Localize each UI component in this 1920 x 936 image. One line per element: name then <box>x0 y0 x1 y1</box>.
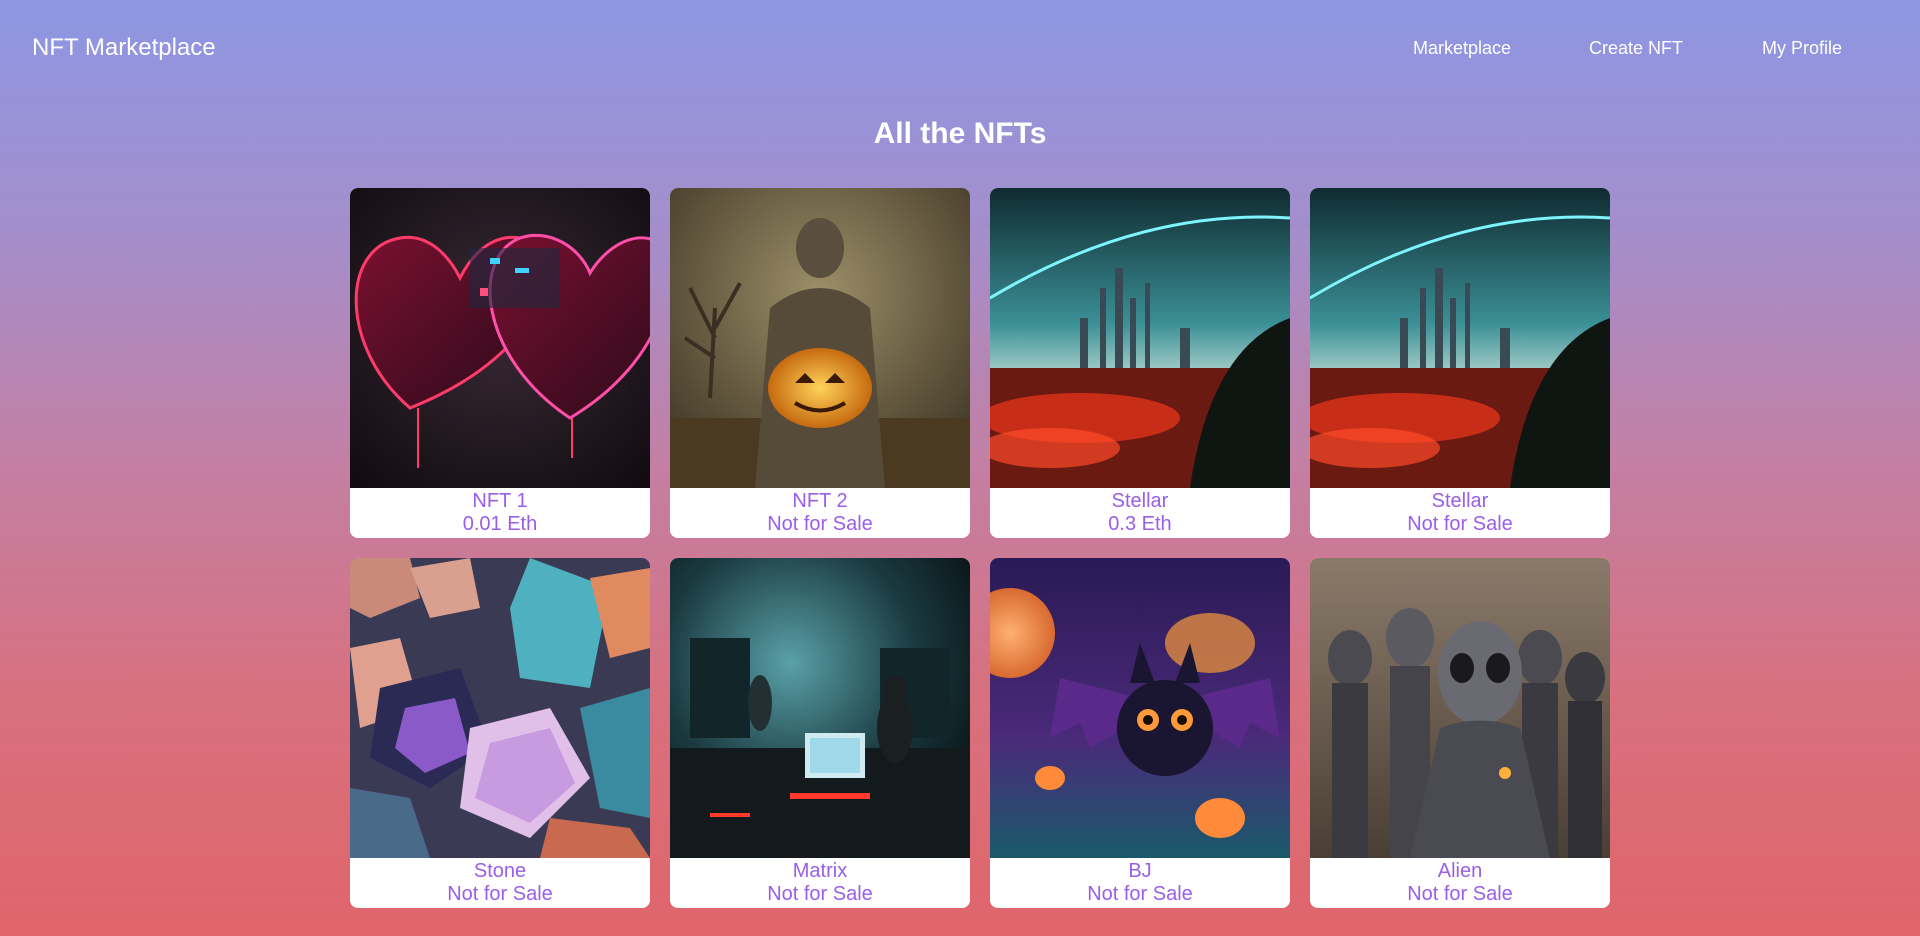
nft-price: Not for Sale <box>1407 513 1513 535</box>
nft-grid: NFT 1 0.01 Eth NFT 2 Not for Sale Stella… <box>350 188 1610 908</box>
nft-name: NFT 1 <box>472 490 528 512</box>
nft-price: 0.3 Eth <box>1108 513 1172 535</box>
nav-link-my-profile[interactable]: My Profile <box>1762 38 1842 59</box>
nft-caption: Stone Not for Sale <box>350 858 650 908</box>
nft-image-dark-computer-room <box>670 558 970 858</box>
nft-caption: NFT 2 Not for Sale <box>670 488 970 538</box>
nft-card[interactable]: Stone Not for Sale <box>350 558 650 908</box>
navbar: NFT Marketplace Marketplace Create NFT M… <box>0 0 1920 96</box>
nft-card[interactable]: NFT 2 Not for Sale <box>670 188 970 538</box>
nft-name: NFT 2 <box>792 490 848 512</box>
nft-image-crystal-stones <box>350 558 650 858</box>
nft-caption: Alien Not for Sale <box>1310 858 1610 908</box>
nft-card[interactable]: Alien Not for Sale <box>1310 558 1610 908</box>
nft-caption: Stellar Not for Sale <box>1310 488 1610 538</box>
nft-card[interactable]: Stellar 0.3 Eth <box>990 188 1290 538</box>
nft-card[interactable]: BJ Not for Sale <box>990 558 1290 908</box>
nft-caption: Matrix Not for Sale <box>670 858 970 908</box>
nft-price: Not for Sale <box>767 513 873 535</box>
nft-name: Stellar <box>1431 490 1489 512</box>
nav-links: Marketplace Create NFT My Profile <box>0 38 1920 68</box>
nft-price: Not for Sale <box>1087 883 1193 905</box>
nft-price: Not for Sale <box>767 883 873 905</box>
nft-name: Stone <box>473 860 527 882</box>
nft-name: Alien <box>1437 860 1483 882</box>
nft-caption: BJ Not for Sale <box>990 858 1290 908</box>
nft-card[interactable]: Matrix Not for Sale <box>670 558 970 908</box>
nav-link-create-nft[interactable]: Create NFT <box>1589 38 1683 59</box>
nft-image-neon-hearts <box>350 188 650 488</box>
nft-image-cute-bat <box>990 558 1290 858</box>
nft-card[interactable]: NFT 1 0.01 Eth <box>350 188 650 538</box>
nft-name: Stellar <box>1111 490 1169 512</box>
nft-name: Matrix <box>792 860 848 882</box>
nft-caption: Stellar 0.3 Eth <box>990 488 1290 538</box>
nft-image-futuristic-city <box>1310 188 1610 488</box>
nft-card[interactable]: Stellar Not for Sale <box>1310 188 1610 538</box>
nft-image-alien-crowd <box>1310 558 1610 858</box>
nft-image-pumpkin-scarecrow <box>670 188 970 488</box>
page-title: All the NFTs <box>873 117 1047 150</box>
nav-link-marketplace[interactable]: Marketplace <box>1413 38 1511 59</box>
nft-name: BJ <box>1128 860 1152 882</box>
nft-image-futuristic-city <box>990 188 1290 488</box>
nft-price: Not for Sale <box>1407 883 1513 905</box>
nft-price: Not for Sale <box>447 883 553 905</box>
nft-caption: NFT 1 0.01 Eth <box>350 488 650 538</box>
nft-price: 0.01 Eth <box>462 513 538 535</box>
